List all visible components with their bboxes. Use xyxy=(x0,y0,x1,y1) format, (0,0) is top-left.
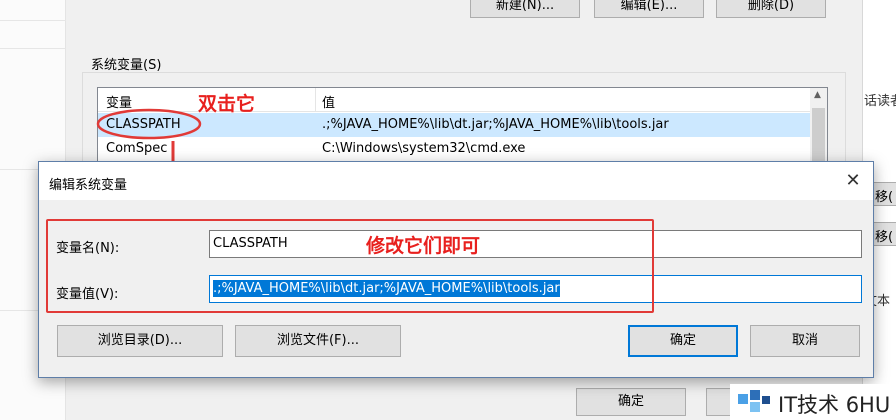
browse-directory-button[interactable]: 浏览目录(D)... xyxy=(57,325,223,357)
watermark-text: IT技术 6HU xyxy=(778,393,891,417)
cancel-button[interactable]: 取消 xyxy=(750,325,860,357)
ok-button[interactable]: 确定 xyxy=(628,325,738,357)
watermark-logo-icon xyxy=(738,390,770,412)
annotation-highlight-box xyxy=(46,219,654,313)
annotation-modify-them: 修改它们即可 xyxy=(366,235,481,257)
watermark: IT技术 6HU xyxy=(730,384,896,420)
dialog-title: 编辑系统变量 xyxy=(49,178,128,193)
annotation-double-click: 双击它 xyxy=(198,93,256,115)
browse-file-button[interactable]: 浏览文件(F)... xyxy=(235,325,401,357)
close-icon[interactable]: ✕ xyxy=(837,166,869,196)
dialog-titlebar[interactable]: 编辑系统变量 ✕ xyxy=(39,162,873,200)
highlight-ellipse xyxy=(96,108,202,140)
